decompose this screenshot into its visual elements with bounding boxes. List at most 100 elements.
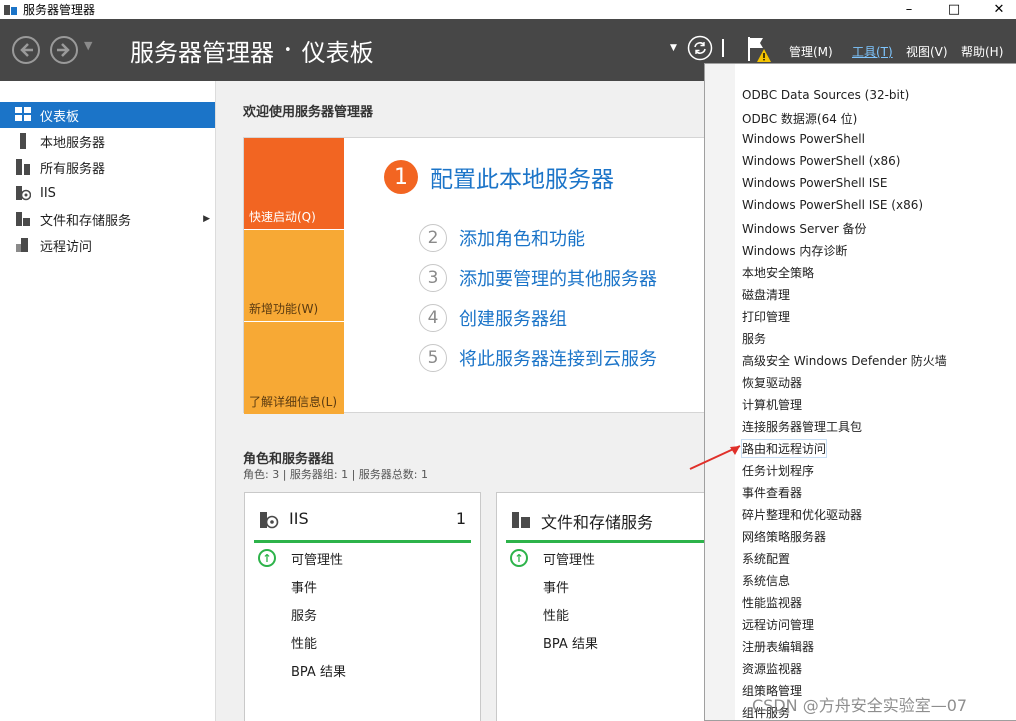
card-row-services[interactable]: 服务 xyxy=(291,605,317,624)
tile-quick-start[interactable]: 快速启动(Q) xyxy=(244,138,344,229)
card-status-bar xyxy=(254,540,471,543)
card-row-events[interactable]: 事件 xyxy=(291,577,317,596)
card-row-bpa[interactable]: BPA 结果 xyxy=(543,633,598,652)
tools-menu-item[interactable]: 网络策略服务器 xyxy=(742,528,826,545)
step-create-server-group[interactable]: 4 创建服务器组 xyxy=(419,304,567,332)
remote-access-icon xyxy=(15,237,33,253)
step-link[interactable]: 将此服务器连接到云服务 xyxy=(459,345,657,371)
maximize-button[interactable]: □ xyxy=(931,0,977,19)
minimize-button[interactable]: – xyxy=(886,0,932,19)
status-ok-icon: ↑ xyxy=(258,549,276,567)
step-link[interactable]: 创建服务器组 xyxy=(459,305,567,331)
tools-menu-item[interactable]: 任务计划程序 xyxy=(742,462,814,479)
card-row-performance[interactable]: 性能 xyxy=(543,605,569,624)
sidebar-item-dashboard[interactable]: 仪表板 xyxy=(0,102,215,128)
tools-menu-item[interactable]: 高级安全 Windows Defender 防火墙 xyxy=(742,352,947,369)
tools-menu-item[interactable]: 事件查看器 xyxy=(742,484,802,501)
role-card-file-storage[interactable]: 文件和存储服务 ↑ 可管理性 事件 性能 BPA 结果 xyxy=(496,492,733,721)
sidebar-item-label: 所有服务器 xyxy=(40,161,106,177)
history-dropdown-icon[interactable]: ▼ xyxy=(84,39,92,52)
dashboard-icon xyxy=(15,107,33,123)
back-button[interactable] xyxy=(12,36,40,64)
tools-menu-item[interactable]: ODBC Data Sources (32-bit) xyxy=(742,88,909,102)
tools-menu-item[interactable]: Windows 内存诊断 xyxy=(742,242,847,259)
card-status-bar xyxy=(506,540,723,543)
card-row-bpa[interactable]: BPA 结果 xyxy=(291,661,346,680)
sidebar-item-remote-access[interactable]: 远程访问 xyxy=(0,232,215,258)
sidebar-item-all-servers[interactable]: 所有服务器 xyxy=(0,154,215,180)
tools-menu-item[interactable]: Windows PowerShell (x86) xyxy=(742,154,900,168)
tools-menu-item[interactable]: 打印管理 xyxy=(742,308,790,325)
tools-menu-item[interactable]: 注册表编辑器 xyxy=(742,638,814,655)
sidebar-item-local-server[interactable]: 本地服务器 xyxy=(0,128,215,154)
tools-menu-item[interactable]: 资源监视器 xyxy=(742,660,802,677)
forward-button[interactable] xyxy=(50,36,78,64)
tools-menu-item[interactable]: 性能监视器 xyxy=(742,594,802,611)
card-row-events[interactable]: 事件 xyxy=(543,577,569,596)
card-row-performance[interactable]: 性能 xyxy=(291,633,317,652)
sidebar-item-iis[interactable]: IIS xyxy=(0,180,215,206)
menu-tools[interactable]: 工具(T) xyxy=(852,43,893,60)
tools-menu-item[interactable]: ODBC 数据源(64 位) xyxy=(742,110,857,127)
tools-menu-item[interactable]: 服务 xyxy=(742,330,766,347)
back-arrow-icon xyxy=(20,43,33,57)
tools-menu-item[interactable]: 恢复驱动器 xyxy=(742,374,802,391)
step-number: 2 xyxy=(419,224,447,252)
tools-menu-item[interactable]: 磁盘清理 xyxy=(742,286,790,303)
tools-menu-item[interactable]: Windows Server 备份 xyxy=(742,220,867,237)
step-number: 5 xyxy=(419,344,447,372)
step-add-servers[interactable]: 3 添加要管理的其他服务器 xyxy=(419,264,657,292)
tile-whats-new[interactable]: 新增功能(W) xyxy=(244,230,344,321)
card-row-manageability[interactable]: 可管理性 xyxy=(543,549,595,568)
breadcrumb-current: 仪表板 xyxy=(301,39,374,67)
iis-icon xyxy=(15,185,33,201)
menu-help[interactable]: 帮助(H) xyxy=(961,43,1003,60)
step-configure-local-server[interactable]: 1 配置此本地服务器 xyxy=(384,160,614,194)
step-number: 1 xyxy=(384,160,418,194)
welcome-panel: 快速启动(Q) 新增功能(W) 了解详细信息(L) 1 配置此本地服务器 2 添… xyxy=(243,137,713,414)
role-card-iis[interactable]: IIS 1 ↑ 可管理性 事件 服务 性能 BPA 结果 xyxy=(244,492,481,721)
tools-menu-item[interactable]: 系统信息 xyxy=(742,572,790,589)
menu-manage[interactable]: 管理(M) xyxy=(789,43,833,60)
tools-menu-item[interactable]: 本地安全策略 xyxy=(742,264,814,281)
header-dropdown-icon[interactable]: ▼ xyxy=(670,43,677,69)
flag-warning-icon xyxy=(748,37,771,62)
tools-menu-item[interactable]: Windows PowerShell xyxy=(742,132,865,146)
step-add-roles[interactable]: 2 添加角色和功能 xyxy=(419,224,585,252)
tools-menu-item[interactable]: 碎片整理和优化驱动器 xyxy=(742,506,862,523)
sidebar-item-label: 远程访问 xyxy=(40,239,93,255)
menu-view[interactable]: 视图(V) xyxy=(906,43,948,60)
tile-learn-more[interactable]: 了解详细信息(L) xyxy=(244,322,344,414)
window-title: 服务器管理器 xyxy=(23,3,96,17)
step-link[interactable]: 添加角色和功能 xyxy=(459,225,585,251)
tools-menu-item[interactable]: 连接服务器管理工具包 xyxy=(742,418,862,435)
tools-menu-item[interactable]: Windows PowerShell ISE (x86) xyxy=(742,198,923,212)
tools-menu-item[interactable]: 系统配置 xyxy=(742,550,790,567)
card-title[interactable]: 文件和存储服务 xyxy=(541,509,653,533)
sidebar-nav: 仪表板 本地服务器 所有服务器 IIS 文件和存储服务 ▶ 远程访问 xyxy=(0,81,216,721)
step-connect-cloud[interactable]: 5 将此服务器连接到云服务 xyxy=(419,344,657,372)
close-button[interactable]: ✕ xyxy=(976,0,1016,19)
sidebar-item-label: 文件和存储服务 xyxy=(40,213,132,229)
window-titlebar: 服务器管理器 xyxy=(0,0,1016,19)
sidebar-item-file-storage[interactable]: 文件和存储服务 ▶ xyxy=(0,206,215,232)
tools-menu-item[interactable]: 计算机管理 xyxy=(742,396,802,413)
submenu-chevron-right-icon[interactable]: ▶ xyxy=(203,214,210,224)
notifications-flag-button[interactable] xyxy=(745,35,775,62)
card-row-manageability[interactable]: 可管理性 xyxy=(291,549,343,568)
annotation-arrow-icon xyxy=(689,445,741,470)
tools-menu-item[interactable]: 路由和远程访问 xyxy=(740,439,828,458)
step-link[interactable]: 添加要管理的其他服务器 xyxy=(459,265,657,291)
tools-menu-item[interactable]: Windows PowerShell ISE xyxy=(742,176,888,190)
breadcrumb-root[interactable]: 服务器管理器 xyxy=(130,33,274,68)
header-divider xyxy=(722,39,724,57)
step-link[interactable]: 配置此本地服务器 xyxy=(430,160,614,194)
card-count: 1 xyxy=(455,509,466,528)
breadcrumb-separator: • xyxy=(284,43,292,58)
refresh-button[interactable] xyxy=(687,35,713,61)
tools-menu-item[interactable]: 远程访问管理 xyxy=(742,616,814,633)
card-title[interactable]: IIS xyxy=(289,509,309,528)
storage-icon xyxy=(511,511,531,529)
sidebar-item-label: 仪表板 xyxy=(40,109,80,125)
sidebar-item-label: IIS xyxy=(40,185,56,201)
